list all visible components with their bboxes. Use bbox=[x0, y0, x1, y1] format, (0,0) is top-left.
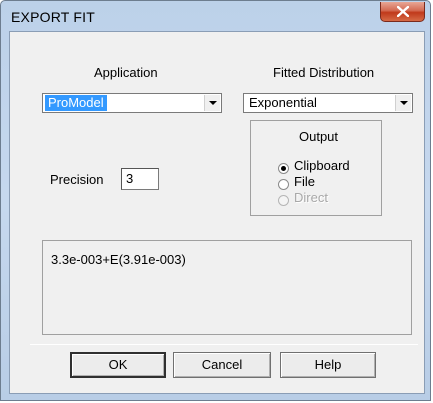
fitted-distribution-label: Fitted Distribution bbox=[273, 65, 375, 80]
title-bar[interactable]: EXPORT FIT bbox=[1, 1, 432, 34]
cancel-button[interactable]: Cancel bbox=[173, 352, 271, 378]
output-label: Output bbox=[299, 129, 339, 144]
precision-label: Precision bbox=[50, 172, 104, 187]
result-expression-text: 3.3e-003+E(3.91e-003) bbox=[51, 252, 186, 267]
file-radio[interactable] bbox=[278, 179, 289, 190]
file-option-label: File bbox=[294, 174, 315, 189]
clipboard-radio[interactable] bbox=[278, 163, 289, 174]
chevron-down-icon bbox=[209, 101, 217, 105]
fitted-distribution-dropdown[interactable]: Exponential bbox=[243, 93, 413, 113]
divider bbox=[30, 344, 418, 345]
clipboard-option-label: Clipboard bbox=[294, 158, 350, 173]
direct-option-label: Direct bbox=[294, 190, 328, 205]
close-button[interactable] bbox=[380, 2, 425, 22]
direct-radio bbox=[278, 195, 289, 206]
help-button[interactable]: Help bbox=[280, 352, 376, 378]
dialog-client-area: Application ProModel Fitted Distribution… bbox=[9, 31, 425, 394]
radio-selected-dot bbox=[281, 166, 286, 171]
application-dropdown[interactable]: ProModel bbox=[42, 93, 222, 113]
application-dropdown-arrow[interactable] bbox=[204, 95, 220, 111]
ok-button[interactable]: OK bbox=[70, 352, 166, 378]
precision-value: 3 bbox=[126, 171, 134, 186]
fitted-distribution-dropdown-arrow[interactable] bbox=[395, 95, 411, 111]
window-title: EXPORT FIT bbox=[11, 9, 95, 25]
fitted-distribution-selected-value: Exponential bbox=[249, 95, 317, 110]
application-selected-value: ProModel bbox=[45, 95, 107, 111]
close-icon bbox=[397, 6, 409, 17]
dialog-window: EXPORT FIT Application ProModel Fitted D… bbox=[0, 0, 431, 401]
precision-input[interactable]: 3 bbox=[121, 168, 159, 190]
chevron-down-icon bbox=[400, 101, 408, 105]
application-label: Application bbox=[94, 65, 158, 80]
